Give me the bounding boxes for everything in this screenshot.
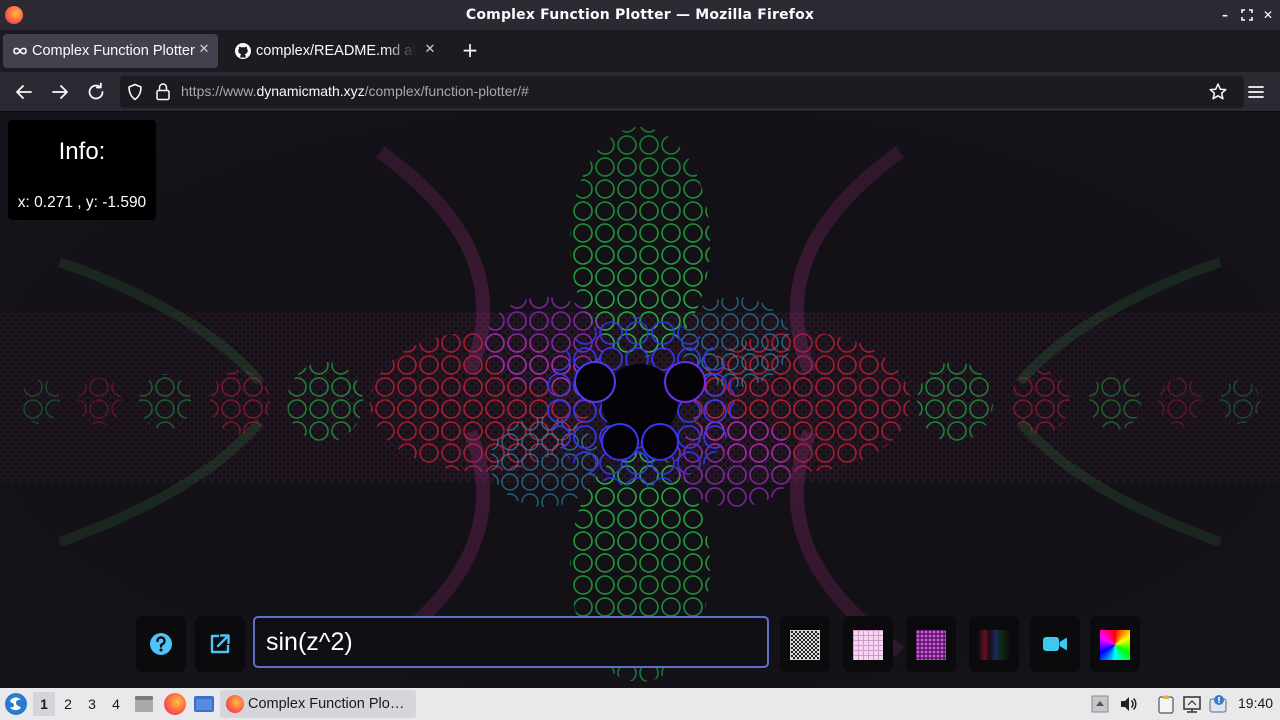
pattern-grid-button[interactable] — [843, 616, 893, 672]
pattern-dots-button[interactable] — [906, 616, 956, 672]
record-video-button[interactable] — [1030, 616, 1080, 672]
info-panel: Info: x: 0.271 , y: -1.590 — [8, 120, 156, 220]
tab-label: Complex Function Plotter — [32, 43, 195, 59]
arrow-left-icon — [16, 85, 32, 99]
plotter-page: Info: x: 0.271 , y: -1.590 — [0, 112, 1280, 688]
maximize-button[interactable] — [1238, 6, 1256, 24]
shield-icon[interactable] — [126, 83, 144, 101]
workspace-1[interactable]: 1 — [33, 692, 55, 716]
volume-icon[interactable] — [1118, 694, 1138, 714]
taskbar-firefox-window[interactable]: Complex Function Plo… — [220, 690, 416, 718]
tab-strip: Complex Function Plotter ✕ complex/READM… — [0, 30, 1280, 72]
app-menu-button[interactable] — [1244, 80, 1268, 104]
clock: 19:40 — [1238, 695, 1274, 711]
info-title: Info: — [58, 138, 106, 165]
close-window-button[interactable]: ✕ — [1259, 6, 1277, 24]
open-external-button[interactable] — [195, 616, 245, 672]
infinity-icon — [13, 47, 27, 55]
address-bar[interactable]: https://www.dynamicmath.xyz/complex/func… — [120, 76, 1244, 108]
complex-plot-canvas[interactable] — [0, 112, 1280, 688]
notification-icon[interactable] — [1208, 694, 1228, 714]
terminal-icon[interactable] — [193, 693, 215, 715]
external-link-icon — [210, 634, 230, 654]
network-icon[interactable] — [1182, 694, 1202, 714]
tab-complex-function-plotter[interactable]: Complex Function Plotter ✕ — [3, 34, 218, 68]
pattern-checker-button[interactable] — [780, 616, 830, 672]
new-tab-button[interactable]: + — [458, 38, 482, 62]
url-text[interactable]: https://www.dynamicmath.xyz/complex/func… — [181, 83, 529, 99]
pattern-grid-icon — [853, 630, 883, 660]
help-button[interactable] — [136, 616, 186, 672]
forward-button[interactable] — [48, 80, 72, 104]
color-wheel-icon — [1100, 630, 1130, 660]
clipboard-icon[interactable] — [1156, 694, 1176, 714]
firefox-icon — [226, 695, 244, 713]
help-icon — [150, 633, 172, 655]
back-button[interactable] — [12, 80, 36, 104]
file-manager-icon[interactable] — [133, 693, 155, 715]
tray-expand-icon[interactable] — [1090, 694, 1110, 714]
workspace-2[interactable]: 2 — [57, 692, 79, 716]
pattern-stripes-button[interactable] — [969, 616, 1019, 672]
navigation-bar: https://www.dynamicmath.xyz/complex/func… — [0, 72, 1280, 112]
task-label: Complex Function Plo… — [248, 696, 405, 712]
cursor-coordinates: x: 0.271 , y: -1.590 — [17, 194, 147, 211]
close-tab-icon[interactable]: ✕ — [196, 42, 212, 58]
color-wheel-button[interactable] — [1090, 616, 1140, 672]
start-menu-icon[interactable] — [4, 692, 28, 716]
pattern-checker-icon — [790, 630, 820, 660]
tab-label: complex/README.md at — [256, 43, 416, 59]
taskbar: 1 2 3 4 Complex Function Plo… 19:40 — [0, 688, 1280, 720]
lock-icon[interactable] — [154, 82, 172, 102]
video-camera-icon — [1043, 637, 1067, 651]
minimize-button[interactable]: – — [1216, 6, 1234, 24]
reload-icon — [88, 82, 104, 100]
reload-button[interactable] — [84, 80, 108, 104]
workspace-3[interactable]: 3 — [81, 692, 103, 716]
close-tab-icon[interactable]: ✕ — [422, 42, 438, 58]
hamburger-menu-icon — [1248, 86, 1264, 98]
arrow-right-icon — [52, 85, 68, 99]
bookmark-star-icon[interactable] — [1208, 82, 1228, 102]
firefox-launcher-icon[interactable] — [164, 693, 186, 715]
pattern-stripes-icon — [979, 630, 1009, 660]
window-title: Complex Function Plotter — Mozilla Firef… — [465, 7, 815, 23]
function-input[interactable] — [253, 616, 769, 668]
window-titlebar: Complex Function Plotter — Mozilla Firef… — [0, 0, 1280, 30]
tab-readme[interactable]: complex/README.md at ✕ — [226, 34, 444, 68]
workspace-4[interactable]: 4 — [105, 692, 127, 716]
pattern-dots-icon — [916, 630, 946, 660]
github-icon — [235, 43, 251, 59]
